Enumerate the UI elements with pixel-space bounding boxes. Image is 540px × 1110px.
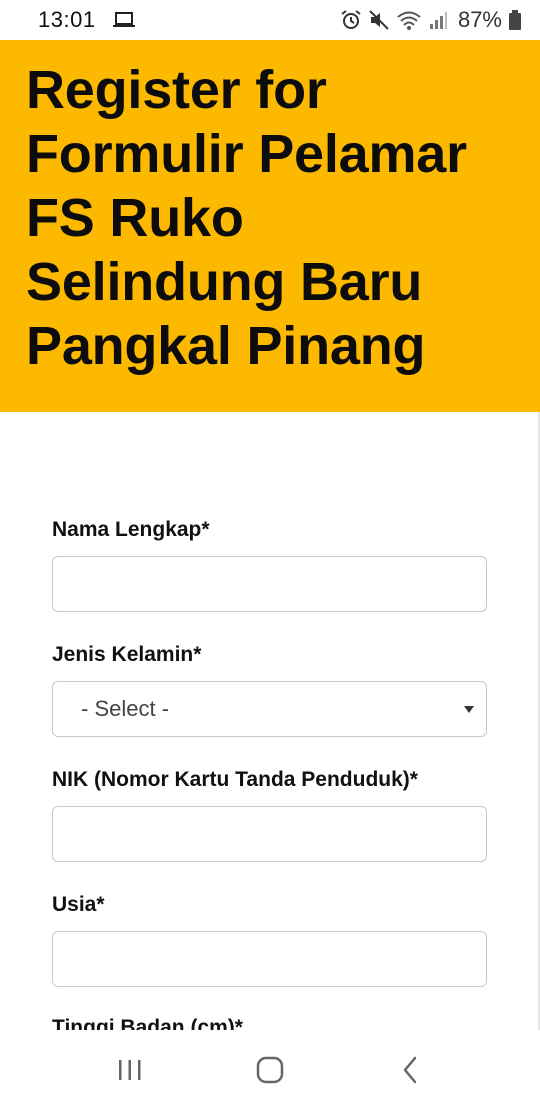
home-icon[interactable] xyxy=(240,1040,300,1100)
title-line: Selindung Baru xyxy=(26,252,423,312)
signal-icon xyxy=(428,10,448,30)
status-bar: 13:01 87% xyxy=(0,0,540,40)
field-nama-lengkap: Nama Lengkap* xyxy=(52,518,488,612)
field-usia: Usia* xyxy=(52,893,488,987)
title-line: Pangkal Pinang xyxy=(26,316,426,376)
battery-icon xyxy=(508,9,522,31)
nama-lengkap-input[interactable] xyxy=(52,556,487,612)
dropdown-arrow-icon xyxy=(464,701,474,713)
header-banner: Register for Formulir Pelamar FS Ruko Se… xyxy=(0,40,540,412)
wifi-icon xyxy=(396,9,422,31)
field-label: Usia* xyxy=(52,893,105,916)
battery-percentage: 87% xyxy=(457,7,502,32)
registration-form: Nama Lengkap* Jenis Kelamin* - Select - … xyxy=(0,412,540,1030)
field-label: Tinggi Badan (cm)* xyxy=(52,1016,243,1030)
field-jenis-kelamin: Jenis Kelamin* - Select - xyxy=(52,643,488,737)
status-icons: 87% xyxy=(340,7,522,33)
recent-apps-icon[interactable] xyxy=(100,1040,160,1100)
mute-icon xyxy=(368,9,390,31)
navigation-bar xyxy=(0,1030,540,1110)
status-time: 13:01 xyxy=(38,7,96,32)
title-line: Formulir Pelamar xyxy=(26,124,467,184)
alarm-icon xyxy=(340,9,362,31)
nik-input[interactable] xyxy=(52,806,487,862)
title-line: FS Ruko xyxy=(26,188,244,248)
field-tinggi-badan: Tinggi Badan (cm)* xyxy=(52,1016,488,1030)
title-line: Register for xyxy=(26,60,327,120)
back-icon[interactable] xyxy=(380,1040,440,1100)
field-label: Nama Lengkap* xyxy=(52,518,210,541)
field-label: Jenis Kelamin* xyxy=(52,643,202,666)
jenis-kelamin-select[interactable]: - Select - xyxy=(52,681,487,737)
field-nik: NIK (Nomor Kartu Tanda Penduduk)* xyxy=(52,768,488,862)
page-title: Register for Formulir Pelamar FS Ruko Se… xyxy=(26,58,520,378)
field-label: NIK (Nomor Kartu Tanda Penduduk)* xyxy=(52,768,418,791)
usia-input[interactable] xyxy=(52,931,487,987)
select-value: - Select - xyxy=(81,696,170,721)
laptop-icon xyxy=(112,11,136,29)
